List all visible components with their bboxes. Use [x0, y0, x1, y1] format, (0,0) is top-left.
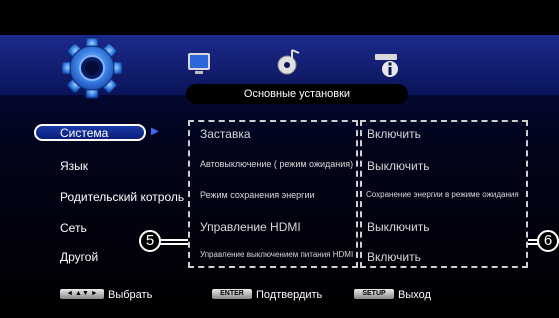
value-hdmi-power-off[interactable]: Включить: [367, 250, 421, 264]
menu-item-network[interactable]: Сеть: [60, 221, 87, 235]
select-label: Выбрать: [108, 289, 153, 301]
value-auto-standby[interactable]: Выключить: [367, 159, 429, 173]
enter-key-icon: ENTER: [212, 289, 252, 299]
menu-item-other[interactable]: Другой: [60, 250, 98, 264]
menu-arrow-icon: ▶: [151, 126, 159, 137]
music-disc-icon[interactable]: [276, 48, 302, 76]
setting-energy-saving[interactable]: Режим сохранения энергии: [200, 190, 315, 200]
setting-hdmi-power-off[interactable]: Управление выключением питания HDMI: [200, 250, 353, 259]
confirm-label: Подтвердить: [256, 289, 323, 301]
tv-icon[interactable]: [187, 52, 211, 76]
callout-5-line: [160, 239, 188, 245]
value-hdmi-control[interactable]: Выключить: [367, 220, 429, 234]
callout-5: 5: [139, 230, 161, 252]
gear-icon[interactable]: [59, 35, 125, 101]
section-title: Основные установки: [186, 84, 408, 104]
menu-item-system[interactable]: Система: [60, 126, 108, 140]
callout-6: 6: [537, 230, 559, 252]
setup-key-icon: SETUP: [354, 289, 394, 299]
menu-item-parental-control[interactable]: Родительский котроль: [60, 190, 184, 204]
value-energy-saving[interactable]: Сохранение энергии в режиме ожидания: [366, 190, 519, 199]
player-info-icon[interactable]: [374, 52, 400, 80]
setting-auto-standby[interactable]: Автовыключение ( режим ожидания): [200, 159, 353, 169]
setting-hdmi-control[interactable]: Управление HDMI: [200, 220, 301, 234]
menu-item-language[interactable]: Язык: [60, 159, 88, 173]
exit-label: Выход: [398, 289, 431, 301]
setting-screensaver[interactable]: Заставка: [200, 127, 251, 141]
value-screensaver[interactable]: Включить: [367, 127, 421, 141]
arrows-key-icon: ◄ ▲▼ ►: [60, 289, 104, 299]
